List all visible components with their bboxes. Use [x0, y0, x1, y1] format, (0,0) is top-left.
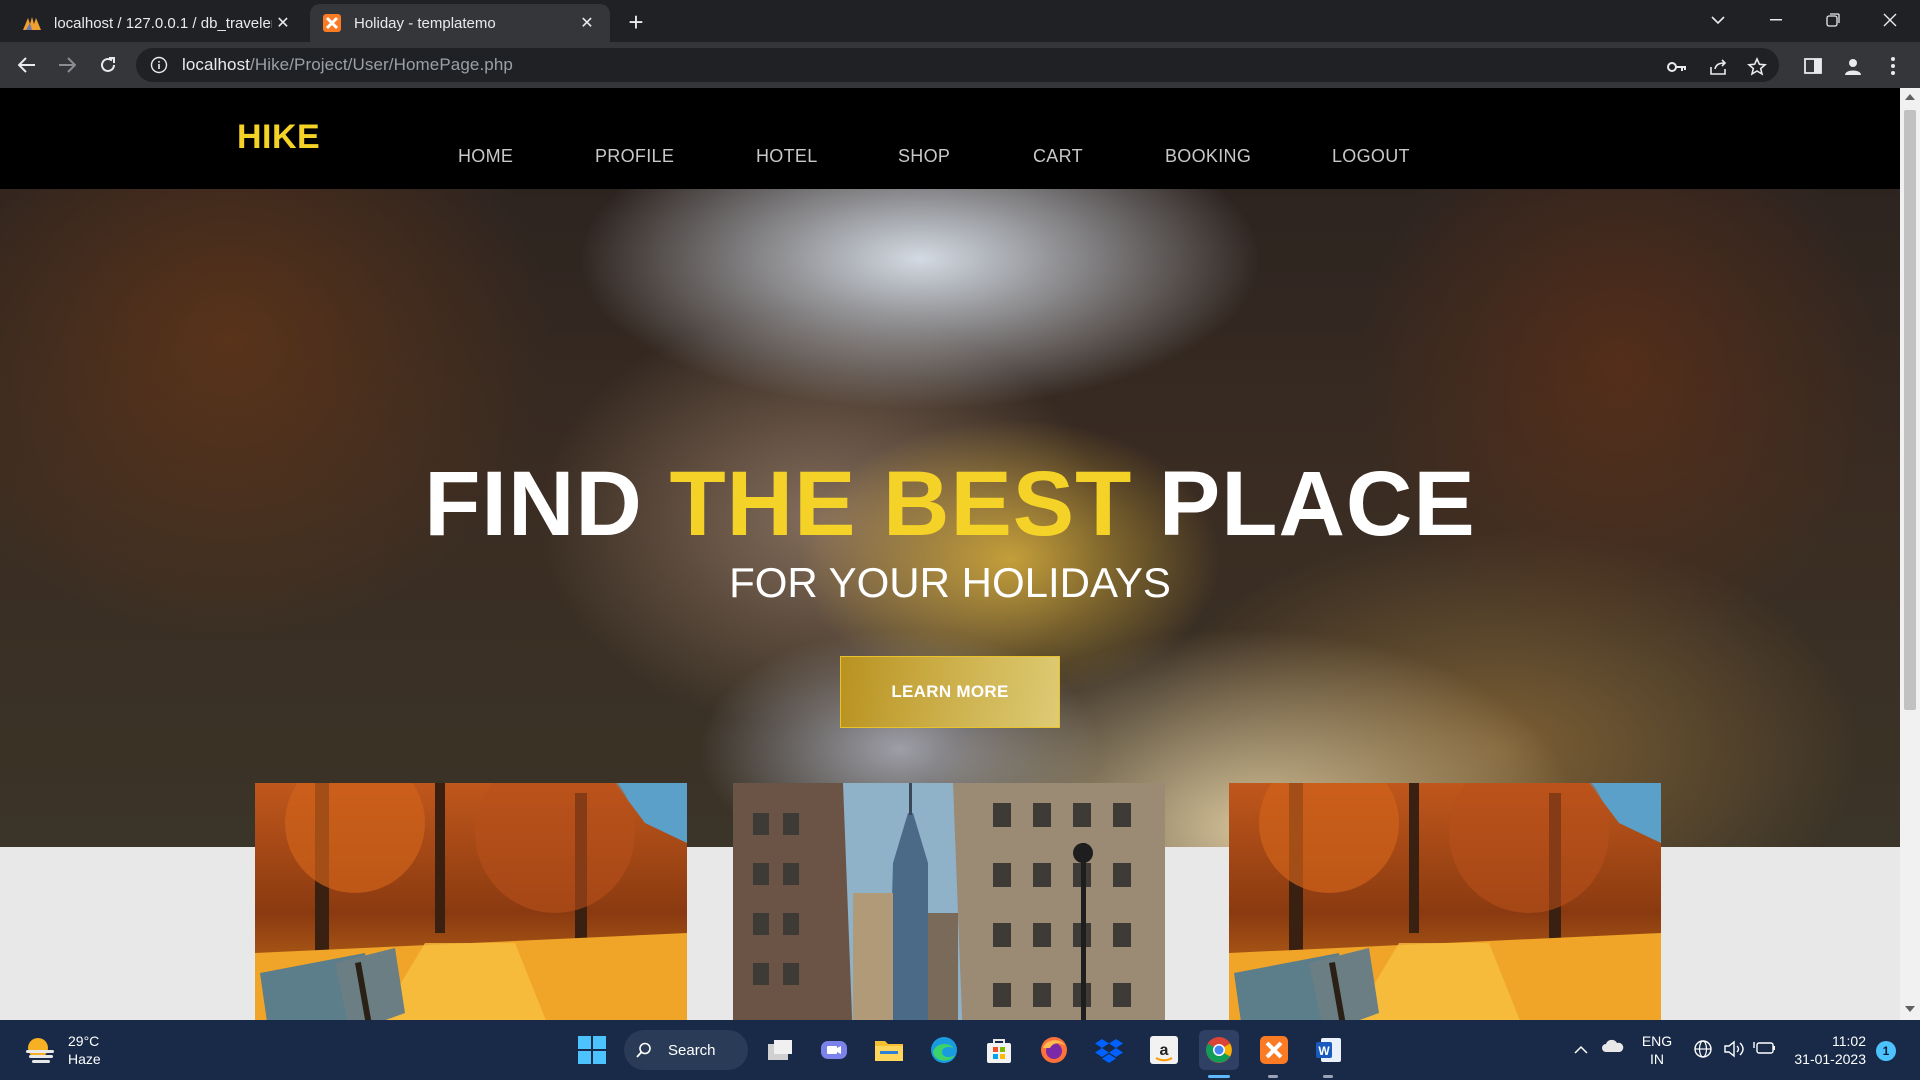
tab-phpmyadmin[interactable]: localhost / 127.0.0.1 / db_traveler ✕ — [10, 4, 306, 42]
search-label: Search — [668, 1041, 716, 1059]
hero-banner: FIND THE BEST PLACE FOR YOUR HOLIDAYS LE… — [0, 189, 1900, 847]
tab-title: localhost / 127.0.0.1 / db_traveler — [54, 14, 272, 32]
nav-logout[interactable]: LOGOUT — [1332, 146, 1410, 167]
forward-button[interactable] — [52, 50, 82, 80]
site-header: HIKE HOME PROFILE HOTEL SHOP CART BOOKIN… — [0, 88, 1900, 189]
learn-more-button[interactable]: LEARN MORE — [840, 656, 1060, 728]
running-app-indicator — [1268, 1075, 1278, 1078]
network-globe-icon[interactable] — [1693, 1039, 1713, 1063]
region-code: IN — [1650, 1051, 1664, 1067]
bookmark-star-icon[interactable] — [1746, 56, 1768, 78]
nav-home[interactable]: HOME — [458, 146, 513, 167]
tab-title: Holiday - templatemo — [354, 14, 496, 32]
close-tab-icon[interactable]: ✕ — [272, 12, 294, 34]
minimize-button[interactable] — [1748, 0, 1804, 40]
clock[interactable]: 11:02 31-01-2023 — [1790, 1032, 1866, 1068]
firefox-icon[interactable] — [1034, 1030, 1074, 1070]
browser-toolbar: localhost/Hike/Project/User/HomePage.php — [0, 42, 1920, 88]
task-view-icon[interactable] — [760, 1030, 800, 1070]
svg-text:W: W — [1318, 1044, 1330, 1058]
weather-widget[interactable]: 29°C Haze — [24, 1032, 101, 1068]
page-viewport: HIKE HOME PROFILE HOTEL SHOP CART BOOKIN… — [0, 88, 1900, 1020]
xampp-control-icon[interactable] — [1254, 1030, 1294, 1070]
notification-badge[interactable]: 1 — [1876, 1041, 1896, 1061]
nav-profile[interactable]: PROFILE — [595, 146, 674, 167]
back-button[interactable] — [12, 50, 42, 80]
nav-booking[interactable]: BOOKING — [1165, 146, 1251, 167]
clock-time: 11:02 — [1832, 1033, 1866, 1049]
svg-text:a: a — [1160, 1042, 1169, 1059]
weather-desc: Haze — [68, 1051, 101, 1067]
windows-taskbar: 29°C Haze Search a W ENG IN 11:02 31-01-… — [0, 1020, 1920, 1080]
card-image-autumn-park[interactable] — [1229, 783, 1661, 1020]
browser-tab-strip: localhost / 127.0.0.1 / db_traveler ✕ Ho… — [0, 0, 1920, 42]
active-app-indicator — [1208, 1075, 1230, 1078]
restore-button[interactable] — [1805, 0, 1861, 40]
teams-chat-icon[interactable] — [814, 1030, 854, 1070]
tab-holiday[interactable]: Holiday - templatemo ✕ — [310, 4, 610, 42]
page-scrollbar[interactable] — [1900, 88, 1920, 1020]
onedrive-icon[interactable] — [1602, 1038, 1624, 1058]
word-icon[interactable]: W — [1309, 1030, 1349, 1070]
new-tab-button[interactable]: + — [620, 7, 652, 37]
url-text: localhost/Hike/Project/User/HomePage.php — [182, 55, 513, 74]
volume-icon[interactable] — [1723, 1039, 1745, 1063]
reload-button[interactable] — [93, 50, 123, 80]
nav-shop[interactable]: SHOP — [898, 146, 950, 167]
nav-hotel[interactable]: HOTEL — [756, 146, 818, 167]
edge-browser-icon[interactable] — [924, 1030, 964, 1070]
scroll-up-arrow-icon[interactable] — [1905, 94, 1915, 100]
search-icon — [636, 1042, 651, 1058]
phpmyadmin-icon — [22, 13, 42, 33]
language-indicator[interactable]: ENG IN — [1640, 1032, 1674, 1068]
nav-cart[interactable]: CART — [1033, 146, 1083, 167]
language-code: ENG — [1641, 1033, 1673, 1049]
amazon-icon[interactable]: a — [1144, 1030, 1184, 1070]
site-logo[interactable]: HIKE — [237, 118, 320, 157]
site-info-icon[interactable] — [150, 56, 168, 74]
battery-icon[interactable] — [1753, 1040, 1775, 1060]
hero-subtitle: FOR YOUR HOLIDAYS — [729, 559, 1171, 606]
tab-search-dropdown-icon[interactable] — [1690, 0, 1746, 40]
file-explorer-icon[interactable] — [869, 1030, 909, 1070]
clock-date: 31-01-2023 — [1794, 1051, 1866, 1067]
card-image-autumn-park[interactable] — [255, 783, 687, 1020]
close-window-button[interactable] — [1862, 0, 1918, 40]
scroll-down-arrow-icon[interactable] — [1905, 1006, 1915, 1012]
running-app-indicator — [1323, 1075, 1333, 1078]
scrollbar-thumb[interactable] — [1904, 110, 1916, 710]
chrome-icon[interactable] — [1199, 1030, 1239, 1070]
hero-title: FIND THE BEST PLACE — [424, 453, 1476, 555]
xampp-icon — [322, 13, 342, 33]
show-hidden-icons-chevron-icon[interactable] — [1574, 1040, 1588, 1058]
share-icon[interactable] — [1708, 56, 1730, 78]
hero-title-highlight: THE BEST — [669, 453, 1133, 555]
dropbox-icon[interactable] — [1089, 1030, 1129, 1070]
address-bar[interactable]: localhost/Hike/Project/User/HomePage.php — [136, 48, 1779, 82]
microsoft-store-icon[interactable] — [979, 1030, 1019, 1070]
close-tab-icon[interactable]: ✕ — [576, 12, 598, 34]
profile-icon[interactable] — [1841, 54, 1865, 78]
taskbar-search[interactable]: Search — [624, 1030, 748, 1070]
haze-sun-icon — [26, 1038, 54, 1063]
start-button[interactable] — [572, 1030, 612, 1070]
weather-temp: 29°C — [68, 1033, 100, 1049]
key-icon[interactable] — [1666, 56, 1688, 78]
card-image-city-skyscrapers[interactable] — [733, 783, 1165, 1020]
menu-kebab-icon[interactable] — [1881, 54, 1905, 78]
side-panel-icon[interactable] — [1801, 54, 1825, 78]
